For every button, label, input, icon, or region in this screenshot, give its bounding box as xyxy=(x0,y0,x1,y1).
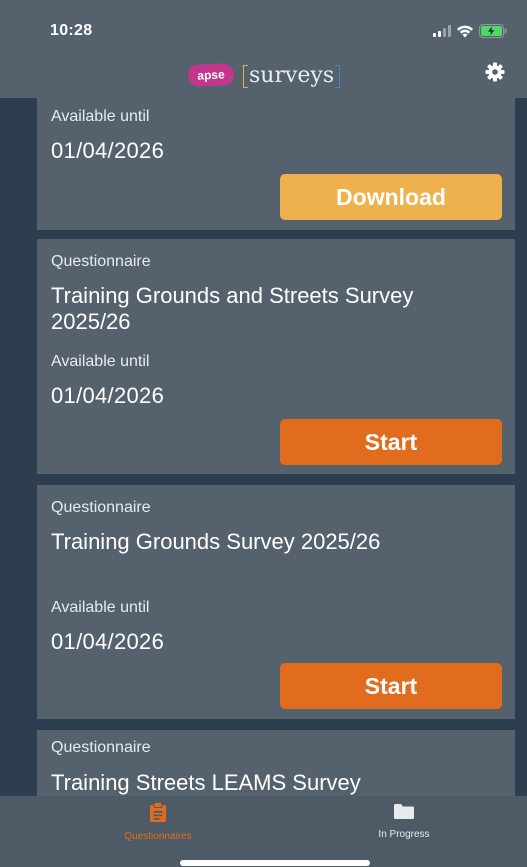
availability-label: Available until xyxy=(51,353,150,370)
status-time: 10:28 xyxy=(50,22,93,39)
settings-button[interactable] xyxy=(483,62,507,86)
card-type-label: Questionnaire xyxy=(51,739,151,756)
questionnaire-card: Questionnaire Training Grounds Survey 20… xyxy=(37,485,515,719)
wifi-icon xyxy=(456,25,474,38)
availability-date: 01/04/2026 xyxy=(51,629,165,654)
logo-badge: apse xyxy=(187,62,235,88)
app-logo: apse surveys xyxy=(187,56,341,94)
start-button[interactable]: Start xyxy=(280,663,502,709)
availability-date: 01/04/2026 xyxy=(51,138,165,163)
tab-label: In Progress xyxy=(378,829,430,840)
tab-in-progress[interactable]: In Progress xyxy=(304,802,504,850)
status-icons xyxy=(433,24,507,38)
home-indicator[interactable] xyxy=(180,860,370,866)
app-screen: 10:28 apse surveys Available until 01/04… xyxy=(0,0,527,867)
questionnaire-card: Available until 01/04/2026 Download xyxy=(37,98,515,230)
availability-label: Available until xyxy=(51,599,150,616)
card-type-label: Questionnaire xyxy=(51,253,151,270)
questionnaire-card: Questionnaire Training Grounds and Stree… xyxy=(37,239,515,474)
download-button[interactable]: Download xyxy=(280,174,502,220)
tab-label: Questionnaires xyxy=(124,831,192,842)
app-header: apse surveys xyxy=(0,56,527,98)
battery-charging-icon xyxy=(479,24,507,38)
questionnaire-list[interactable]: Available until 01/04/2026 Download Ques… xyxy=(0,98,527,796)
tab-questionnaires[interactable]: Questionnaires xyxy=(58,802,258,850)
survey-title: Training Streets LEAMS Survey xyxy=(51,770,361,795)
gear-icon xyxy=(485,62,505,87)
start-button[interactable]: Start xyxy=(280,419,502,465)
survey-title: Training Grounds Survey 2025/26 xyxy=(51,529,381,554)
folder-icon xyxy=(393,802,415,825)
tab-bar: Questionnaires In Progress xyxy=(0,796,527,867)
availability-label: Available until xyxy=(51,108,150,125)
clipboard-icon xyxy=(149,802,167,827)
questionnaire-card: Questionnaire Training Streets LEAMS Sur… xyxy=(37,730,515,796)
card-type-label: Questionnaire xyxy=(51,499,151,516)
status-bar: 10:28 xyxy=(0,0,527,62)
availability-date: 01/04/2026 xyxy=(51,383,165,408)
survey-title: Training Grounds and Streets Survey 2025… xyxy=(51,283,414,334)
logo-wordmark: surveys xyxy=(242,63,341,88)
signal-icon xyxy=(433,25,451,37)
